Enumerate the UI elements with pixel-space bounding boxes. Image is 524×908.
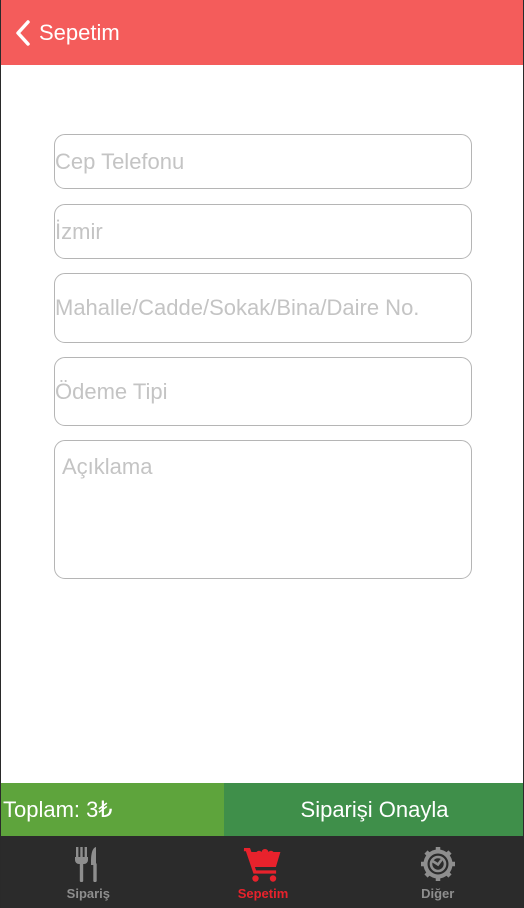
note-textarea[interactable] <box>55 441 471 578</box>
tab-siparis[interactable]: Sipariş <box>1 836 176 908</box>
navigation-bar: Sepetim <box>1 0 523 65</box>
tab-sepetim-label: Sepetim <box>237 886 289 901</box>
tab-siparis-label: Sipariş <box>66 886 111 901</box>
address-input[interactable] <box>55 274 471 342</box>
city-field-box <box>54 204 472 259</box>
tab-bar: Sipariş Sepetim Diğer <box>1 836 523 908</box>
order-summary-bar: Toplam: 3₺ Siparişi Onayla <box>1 783 523 836</box>
payment-type-field-box <box>54 357 472 426</box>
phone-input[interactable] <box>55 135 471 188</box>
payment-type-input[interactable] <box>55 358 471 425</box>
cart-screen: Sepetim Toplam: 3₺ Siparişi Onayla <box>0 0 524 908</box>
tab-diger[interactable]: Diğer <box>350 836 523 908</box>
confirm-order-button[interactable]: Siparişi Onayla <box>224 783 523 836</box>
note-field-box <box>54 440 472 579</box>
cart-icon <box>243 848 281 882</box>
address-field-box <box>54 273 472 343</box>
page-title: Sepetim <box>39 19 120 45</box>
phone-field-box <box>54 134 472 189</box>
tab-sepetim[interactable]: Sepetim <box>176 836 351 908</box>
tab-diger-label: Diğer <box>421 886 455 901</box>
fork-knife-icon <box>75 847 98 882</box>
gear-icon <box>420 847 455 881</box>
city-input[interactable] <box>55 205 471 258</box>
chevron-left-icon <box>16 19 30 46</box>
total-amount: Toplam: 3₺ <box>1 783 224 836</box>
back-button[interactable]: Sepetim <box>1 0 120 65</box>
